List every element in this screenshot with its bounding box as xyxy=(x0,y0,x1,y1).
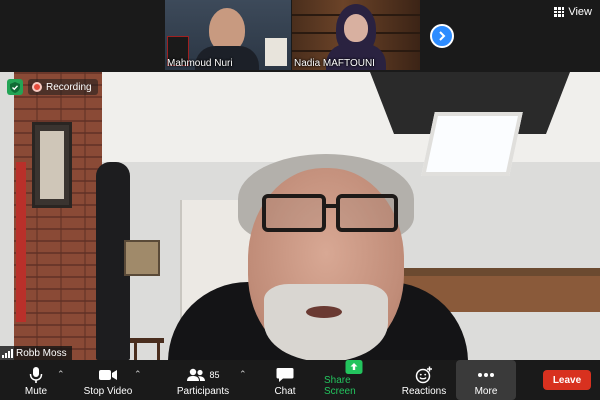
participants-count: 85 xyxy=(209,370,220,380)
mute-button[interactable]: Mute xyxy=(18,360,54,400)
participant-video xyxy=(344,14,368,42)
more-dots-icon xyxy=(478,373,494,377)
chat-button[interactable]: Chat xyxy=(268,360,302,400)
share-screen-button[interactable]: Share Screen xyxy=(324,360,384,400)
participants-options-caret[interactable]: ⌃ xyxy=(239,369,247,380)
glasses-lens-right xyxy=(336,194,398,232)
speaker-name-tag: Robb Moss xyxy=(0,346,72,360)
gallery-strip: Mahmoud Nuri Nadia MAFTOUNI View xyxy=(0,0,600,72)
participants-label: Participants xyxy=(176,386,230,397)
meeting-toolbar: Mute ⌃ Stop Video ⌃ 85 Participants ⌃ Ch… xyxy=(0,360,600,400)
speaker-name: Robb Moss xyxy=(16,347,67,359)
shield-icon[interactable] xyxy=(7,79,23,95)
participant-tile-mahmoud[interactable]: Mahmoud Nuri xyxy=(165,0,291,70)
grid-view-icon xyxy=(554,7,565,17)
background-frame xyxy=(32,122,72,208)
chat-label: Chat xyxy=(274,386,296,397)
reactions-button[interactable]: Reactions xyxy=(400,360,448,400)
participants-icon xyxy=(187,368,206,381)
background-stool xyxy=(130,338,164,360)
mute-label: Mute xyxy=(24,386,48,397)
chevron-right-icon xyxy=(439,31,446,41)
stop-video-button[interactable]: Stop Video xyxy=(82,360,134,400)
view-button[interactable]: View xyxy=(554,6,592,18)
participant-name: Mahmoud Nuri xyxy=(167,58,233,69)
recording-indicator[interactable]: Recording xyxy=(28,79,98,95)
background-frame-inner xyxy=(40,131,64,199)
signal-bars-icon xyxy=(2,348,13,358)
participant-name: Nadia MAFTOUNI xyxy=(294,58,375,69)
recording-icon xyxy=(32,82,42,92)
shield-check-icon xyxy=(10,81,20,93)
background-picture xyxy=(124,240,160,276)
glasses-bridge xyxy=(322,204,338,208)
book-cover xyxy=(265,38,287,66)
next-page-button[interactable] xyxy=(430,24,454,48)
audio-options-caret[interactable]: ⌃ xyxy=(57,369,65,380)
video-camera-icon xyxy=(99,370,117,380)
stop-video-label: Stop Video xyxy=(83,386,133,397)
leave-button[interactable]: Leave xyxy=(543,370,591,390)
background-brick-wall xyxy=(14,72,102,360)
reactions-label: Reactions xyxy=(401,386,447,397)
participant-tile-nadia[interactable]: Nadia MAFTOUNI xyxy=(292,0,420,70)
background-pipe xyxy=(16,162,26,322)
speaker-beard xyxy=(264,284,388,360)
share-screen-icon xyxy=(345,360,363,374)
recording-label: Recording xyxy=(46,81,92,93)
background-skylight xyxy=(421,112,523,176)
chat-bubble-icon xyxy=(276,368,294,382)
glasses-lens-left xyxy=(262,194,326,232)
active-speaker-video xyxy=(0,72,600,360)
participants-button[interactable]: 85 Participants xyxy=(175,360,231,400)
smiley-plus-icon xyxy=(415,366,432,384)
view-label: View xyxy=(568,6,592,18)
more-label: More xyxy=(474,386,498,397)
microphone-icon xyxy=(29,367,43,383)
speaker-mouth xyxy=(306,306,342,318)
video-options-caret[interactable]: ⌃ xyxy=(134,369,142,380)
share-screen-label: Share Screen xyxy=(324,375,356,397)
more-button[interactable]: More xyxy=(456,360,516,400)
